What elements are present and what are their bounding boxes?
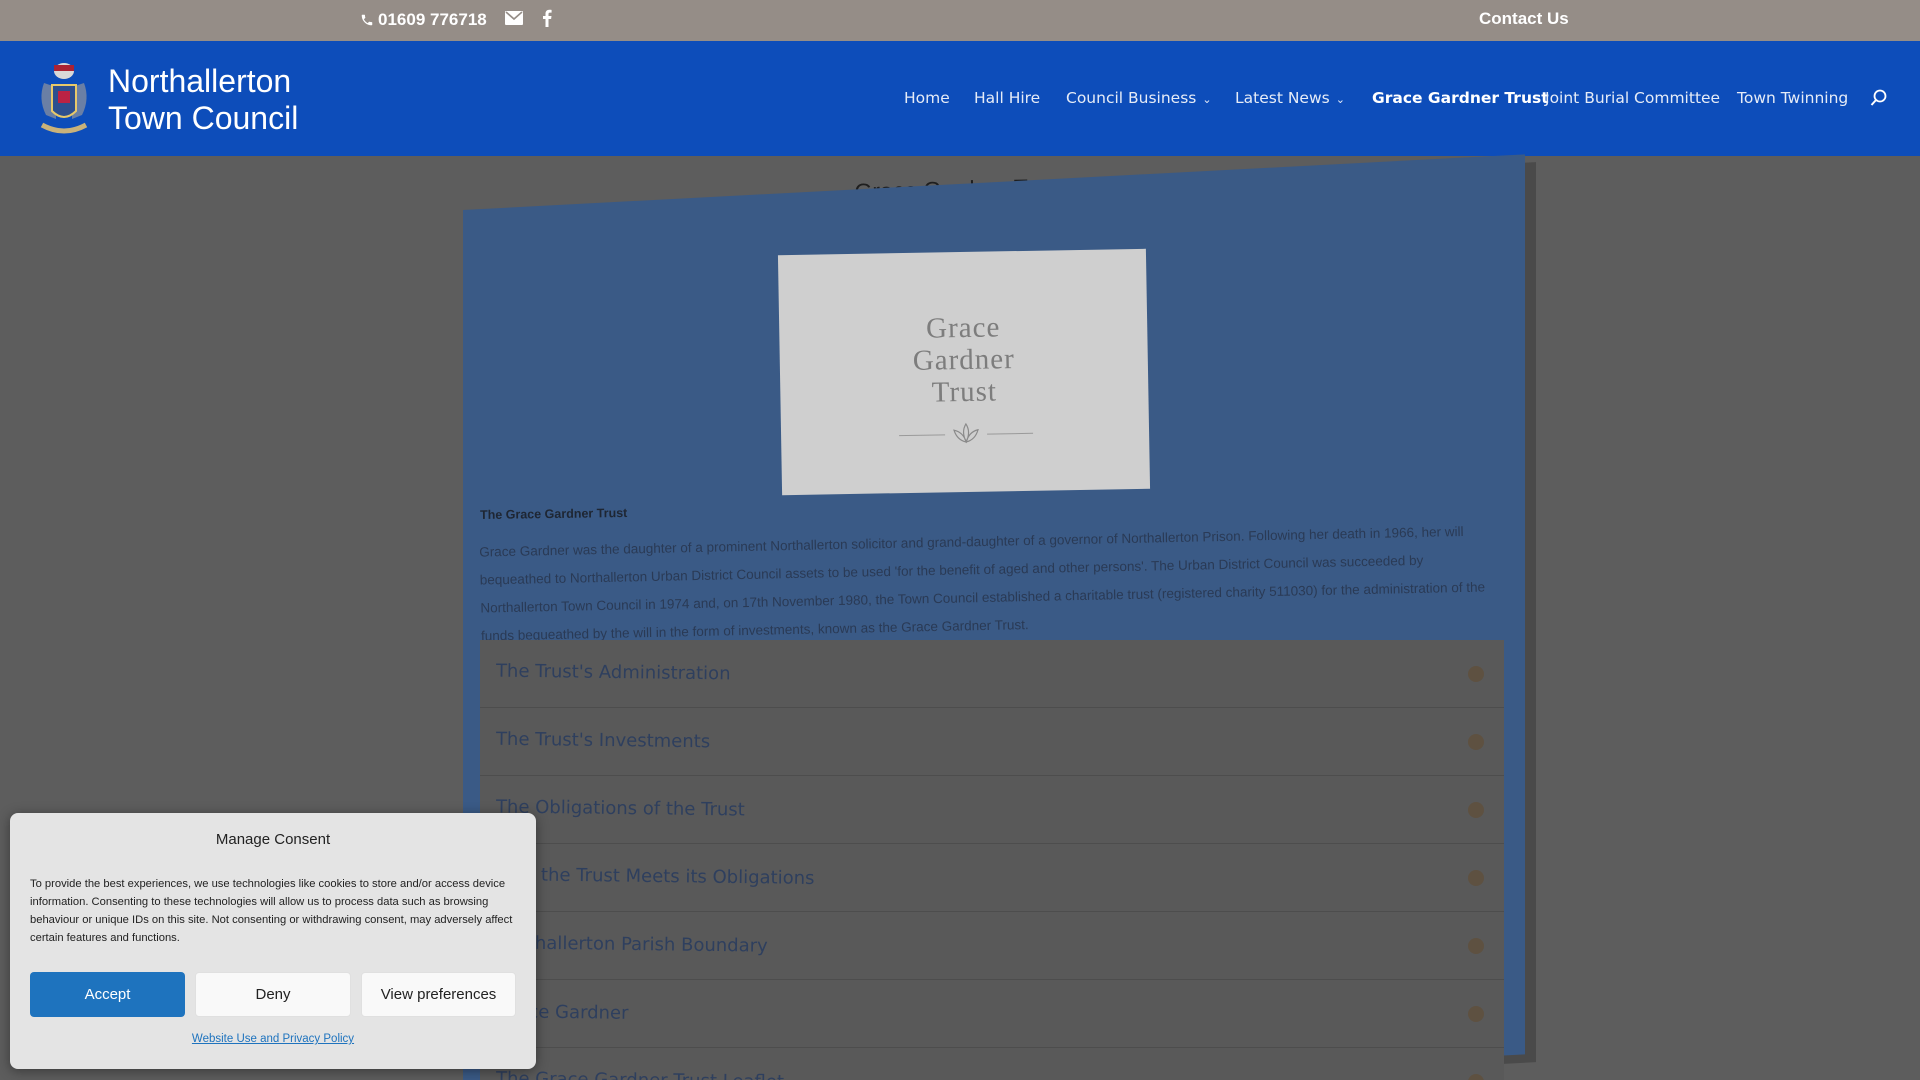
mail-icon[interactable] (505, 11, 523, 25)
consent-text: To provide the best experiences, we use … (30, 878, 513, 944)
accordion-title: The Trust's Administration (495, 660, 731, 685)
accordion-item-investments[interactable]: The Trust's Investments (480, 708, 1504, 776)
plus-circle-icon[interactable] (1468, 734, 1484, 750)
nav-hall-hire[interactable]: Hall Hire (974, 89, 1040, 107)
intro-heading: The Grace Gardner Trust (479, 505, 628, 523)
top-bar: 01609 776718 Contact Us (0, 0, 1920, 41)
hero-word-3: Trust (931, 375, 998, 409)
plus-circle-icon[interactable] (1468, 938, 1484, 954)
nav-latest-news[interactable]: Latest News ⌄ (1235, 89, 1345, 107)
grace-gardner-trust-logo-image: Grace Gardner Trust (777, 248, 1151, 496)
plus-circle-icon[interactable] (1468, 666, 1484, 682)
accordion-item-grace-gardner[interactable]: Grace Gardner (480, 980, 1504, 1048)
accordion-title: Northallerton Parish Boundary (495, 932, 768, 957)
privacy-policy-link[interactable]: Website Use and Privacy Policy (10, 1033, 536, 1045)
main-nav: Home Hall Hire Council Business ⌄ Latest … (0, 89, 1920, 113)
consent-title: Manage Consent (215, 831, 331, 848)
nav-town-twinning[interactable]: Town Twinning (1737, 89, 1848, 107)
accordion-item-administration[interactable]: The Trust's Administration (480, 640, 1504, 708)
nav-latest-news-label: Latest News (1235, 89, 1330, 107)
phone-number: 01609 776718 (378, 10, 487, 29)
lotus-icon (953, 422, 979, 444)
deny-button[interactable]: Deny (195, 972, 351, 1017)
plus-circle-icon[interactable] (1468, 1006, 1484, 1022)
view-preferences-button[interactable]: View preferences (361, 972, 516, 1017)
nav-council-business[interactable]: Council Business ⌄ (1066, 89, 1212, 107)
nav-council-business-label: Council Business (1066, 89, 1197, 107)
plus-circle-icon[interactable] (1468, 1074, 1484, 1080)
chevron-down-icon: ⌄ (1335, 93, 1345, 106)
search-icon[interactable] (1870, 89, 1888, 107)
divider (987, 432, 1034, 435)
phone-link[interactable]: 01609 776718 (360, 10, 487, 30)
site-header: Northallerton Town Council Home Hall Hir… (0, 41, 1920, 156)
nav-grace-gardner-trust[interactable]: Grace Gardner Trust (1372, 89, 1549, 107)
nav-home[interactable]: Home (904, 89, 950, 107)
accordion-title: The Grace Gardner Trust Leaflet (496, 1068, 784, 1080)
accordion-title: How the Trust Meets its Obligations (495, 864, 815, 889)
plus-circle-icon[interactable] (1468, 870, 1484, 886)
accept-button[interactable]: Accept (30, 972, 185, 1017)
accordion-title: The Trust's Investments (495, 728, 711, 753)
intro-paragraph: Grace Gardner was the daughter of a prom… (479, 523, 1486, 644)
phone-icon (361, 14, 373, 26)
consent-dialog: Manage Consent To provide the best exper… (10, 813, 536, 1069)
plus-circle-icon[interactable] (1468, 802, 1484, 818)
facebook-icon[interactable] (542, 9, 552, 27)
accordion-item-leaflet[interactable]: The Grace Gardner Trust Leaflet (480, 1048, 1504, 1080)
contact-us-link[interactable]: Contact Us (1479, 9, 1569, 29)
accordion-item-obligations[interactable]: The Obligations of the Trust (480, 776, 1504, 844)
nav-joint-burial-committee[interactable]: Joint Burial Committee (1545, 89, 1720, 107)
divider (899, 434, 946, 437)
chevron-down-icon: ⌄ (1202, 93, 1212, 106)
accordion-item-parish-boundary[interactable]: Northallerton Parish Boundary (480, 912, 1504, 980)
accordion-item-meets-obligations[interactable]: How the Trust Meets its Obligations (480, 844, 1504, 912)
